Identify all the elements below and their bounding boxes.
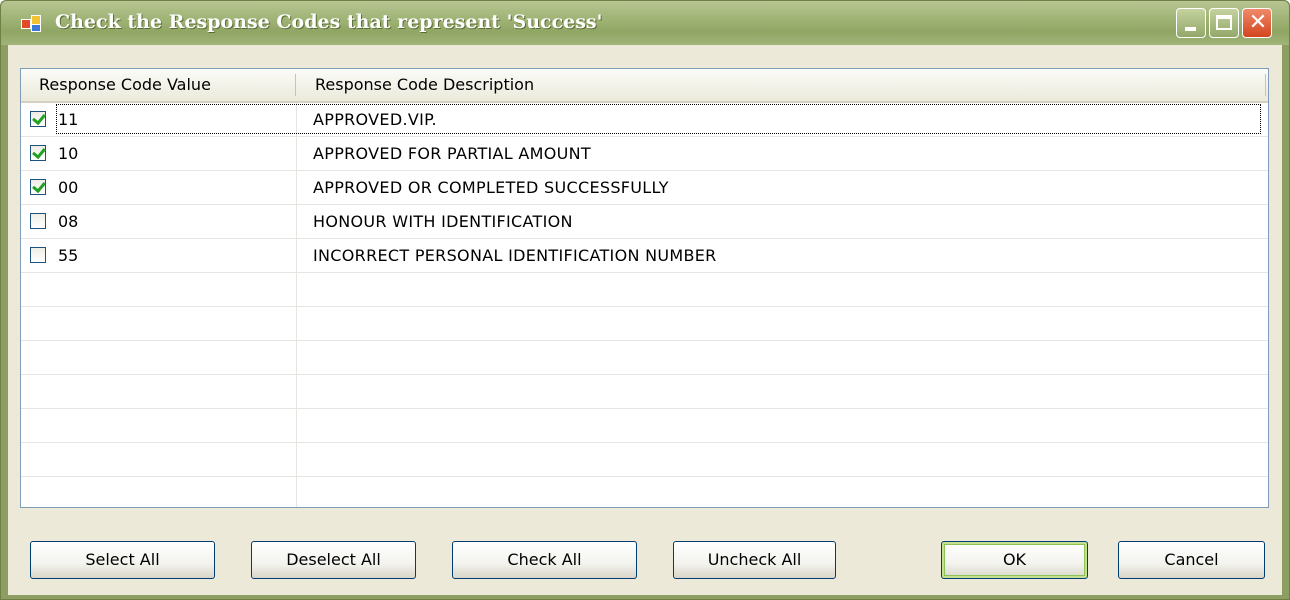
table-row[interactable]: 10 APPROVED FOR PARTIAL AMOUNT (21, 137, 1268, 171)
table-row[interactable]: 11 APPROVED.VIP. (21, 103, 1268, 137)
check-all-button[interactable]: Check All (452, 541, 637, 579)
response-code-description: HONOUR WITH IDENTIFICATION (313, 212, 573, 231)
app-icon (21, 15, 43, 32)
column-header-code-description[interactable]: Response Code Description (315, 69, 534, 101)
response-code-description: INCORRECT PERSONAL IDENTIFICATION NUMBER (313, 246, 717, 265)
row-checkbox[interactable] (30, 179, 46, 195)
empty-row (21, 477, 1268, 507)
close-icon: ✕ (1248, 10, 1268, 35)
table-row[interactable]: 08 HONOUR WITH IDENTIFICATION (21, 205, 1268, 239)
maximize-button[interactable] (1209, 8, 1239, 38)
ok-button[interactable]: OK (941, 541, 1088, 579)
empty-row (21, 409, 1268, 443)
dialog-window: Check the Response Codes that represent … (0, 0, 1290, 600)
response-code-value: 55 (58, 246, 79, 265)
focus-rectangle (56, 104, 1261, 134)
response-code-description: APPROVED OR COMPLETED SUCCESSFULLY (313, 178, 669, 197)
column-header-code-value[interactable]: Response Code Value (39, 69, 211, 101)
maximize-icon (1216, 15, 1232, 30)
row-checkbox[interactable] (30, 111, 46, 127)
empty-row (21, 307, 1268, 341)
uncheck-all-button[interactable]: Uncheck All (673, 541, 836, 579)
response-code-description: APPROVED FOR PARTIAL AMOUNT (313, 144, 591, 163)
window-title: Check the Response Codes that represent … (55, 11, 603, 33)
table-row[interactable]: 00 APPROVED OR COMPLETED SUCCESSFULLY (21, 171, 1268, 205)
deselect-all-button[interactable]: Deselect All (251, 541, 416, 579)
empty-row (21, 341, 1268, 375)
response-codes-grid[interactable]: Response Code Value Response Code Descri… (20, 68, 1269, 508)
dialog-client-area: Response Code Value Response Code Descri… (8, 45, 1282, 595)
response-code-value: 10 (58, 144, 79, 163)
title-bar[interactable]: Check the Response Codes that represent … (1, 1, 1289, 45)
response-code-value: 11 (58, 110, 79, 129)
row-checkbox[interactable] (30, 213, 46, 229)
empty-row (21, 273, 1268, 307)
response-code-value: 08 (58, 212, 79, 231)
close-button[interactable]: ✕ (1242, 8, 1272, 38)
response-code-description: APPROVED.VIP. (313, 110, 437, 129)
row-checkbox[interactable] (30, 247, 46, 263)
response-code-value: 00 (58, 178, 79, 197)
minimize-icon (1185, 27, 1196, 31)
minimize-button[interactable] (1176, 8, 1206, 38)
column-divider[interactable] (295, 74, 296, 96)
table-row[interactable]: 55 INCORRECT PERSONAL IDENTIFICATION NUM… (21, 239, 1268, 273)
select-all-button[interactable]: Select All (30, 541, 215, 579)
column-divider[interactable] (1265, 74, 1266, 96)
empty-row (21, 443, 1268, 477)
empty-row (21, 375, 1268, 409)
row-checkbox[interactable] (30, 145, 46, 161)
grid-header: Response Code Value Response Code Descri… (21, 69, 1268, 103)
cancel-button[interactable]: Cancel (1118, 541, 1265, 579)
